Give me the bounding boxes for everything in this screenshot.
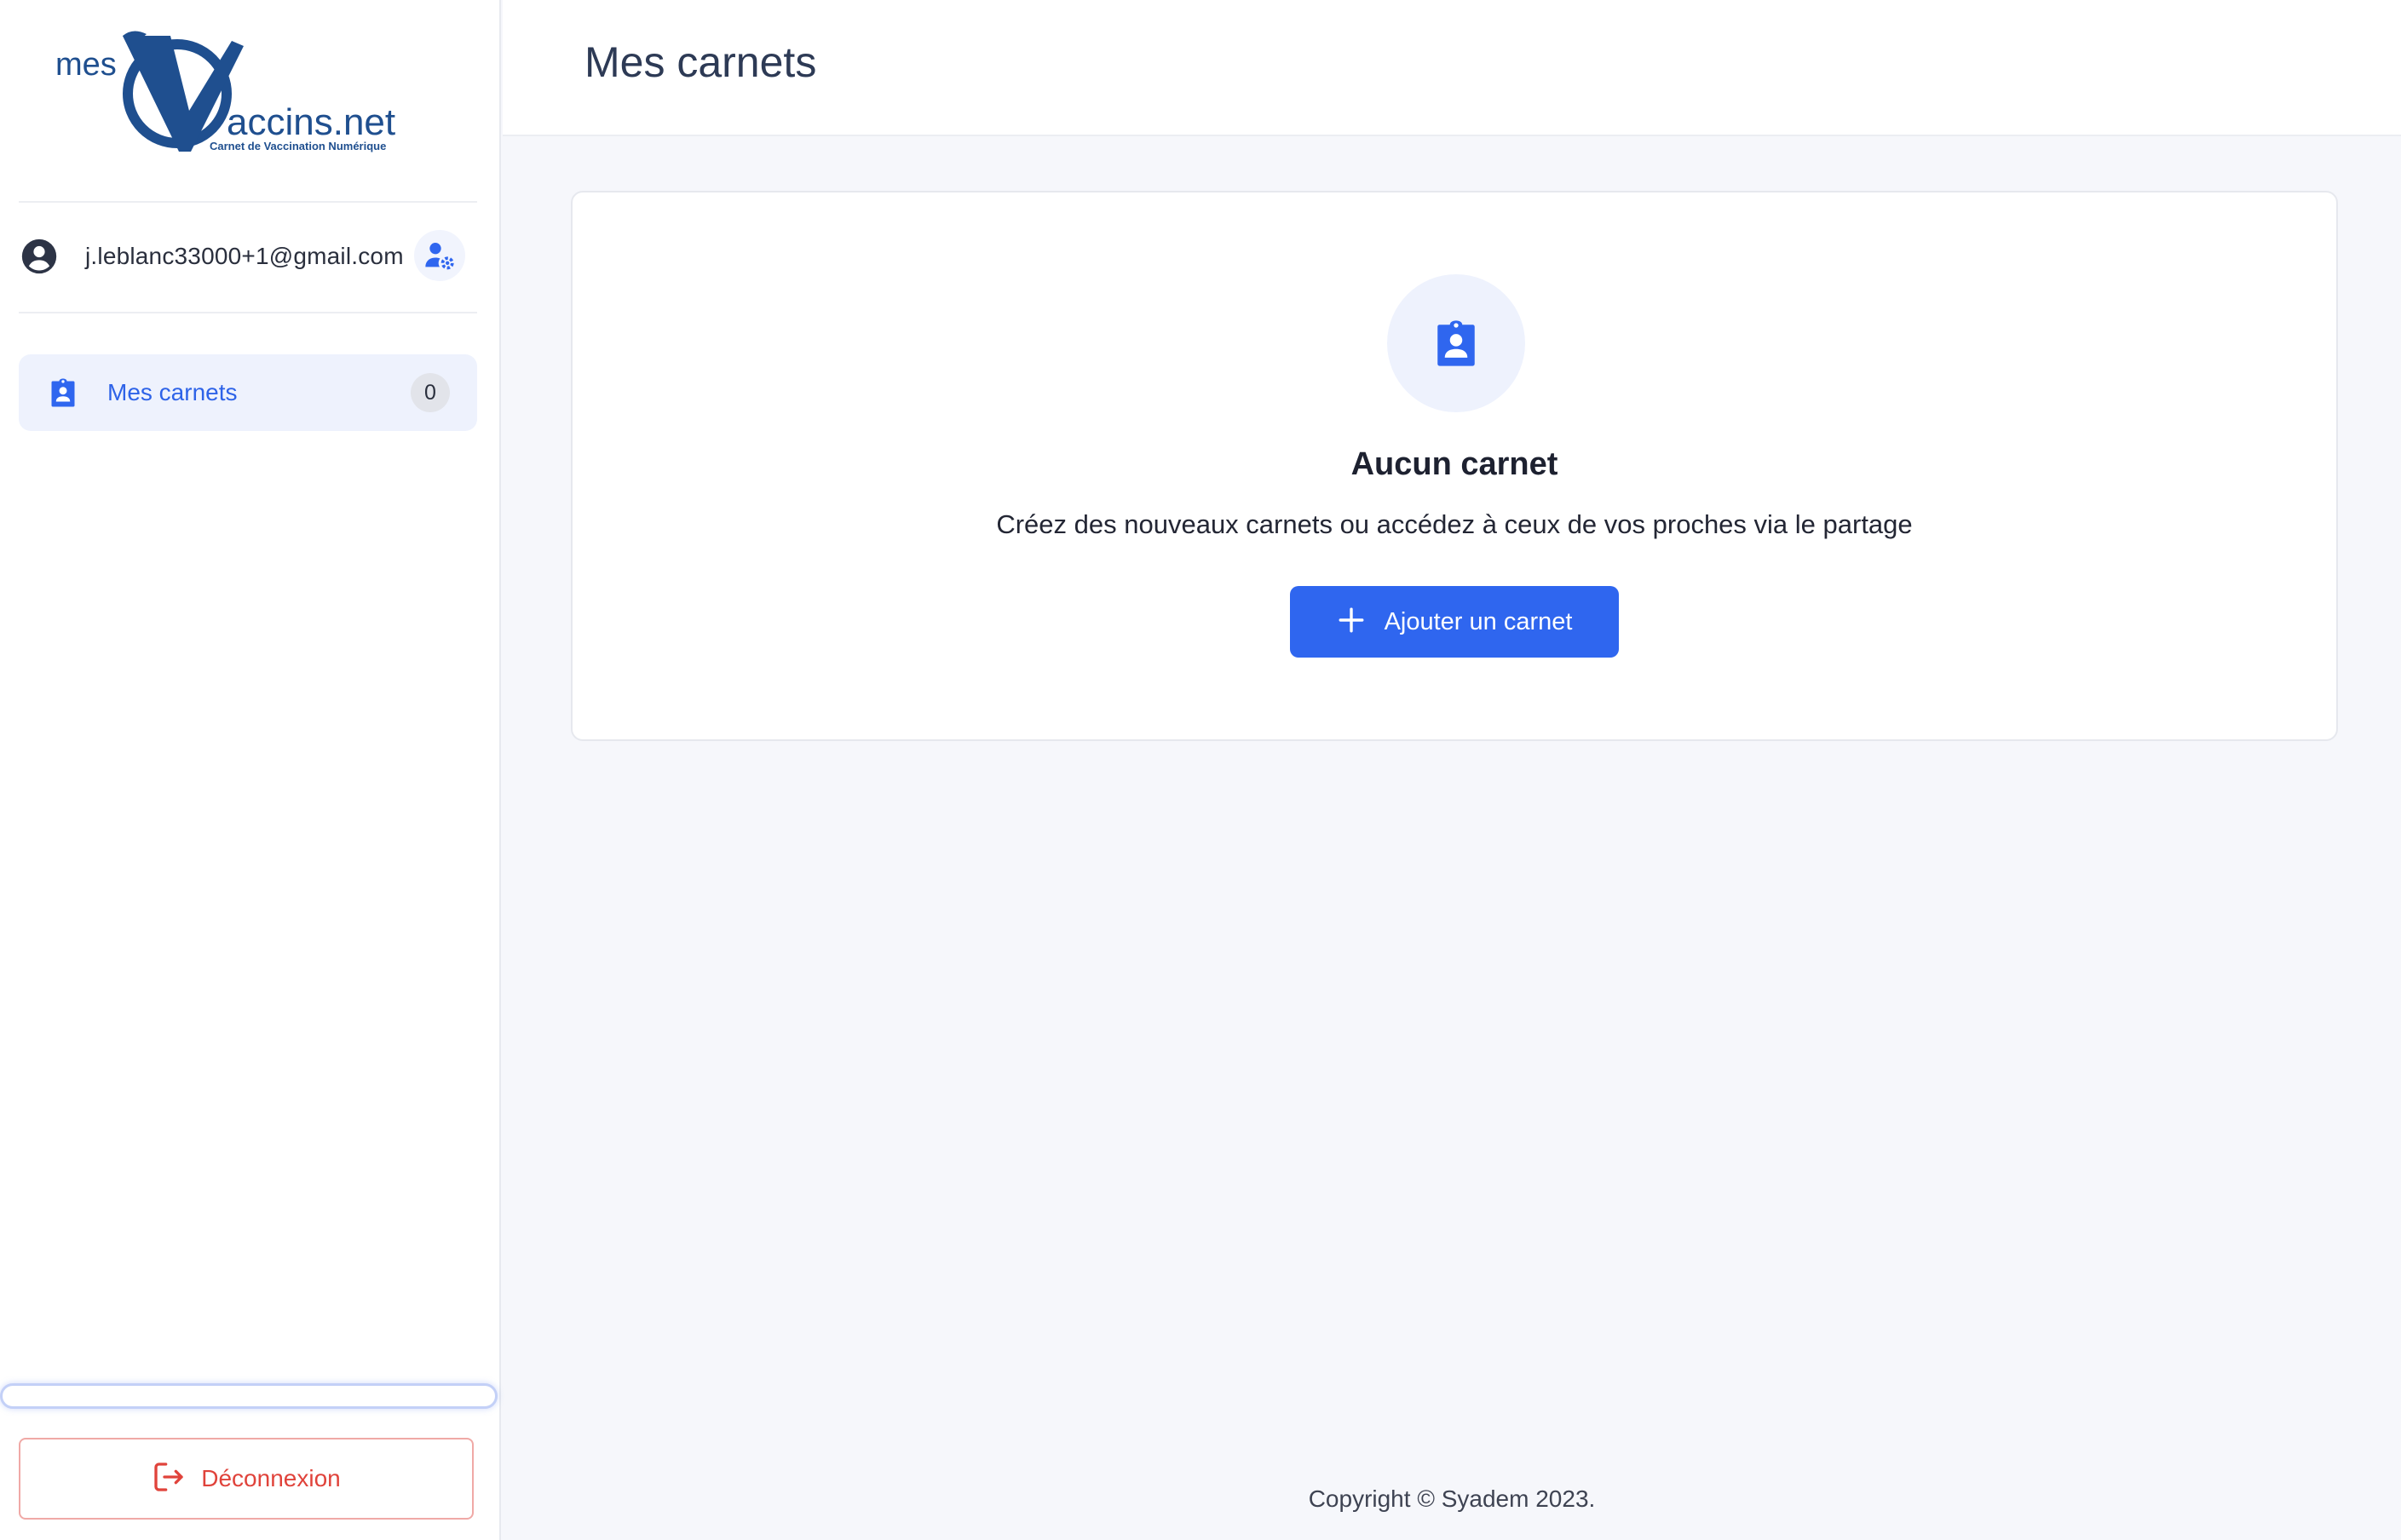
logo-word-mes: mes <box>55 47 117 83</box>
logo-tagline: Carnet de Vaccination Numérique <box>210 140 386 152</box>
badge-icon <box>1387 274 1525 412</box>
scrollbar[interactable] <box>0 1383 498 1409</box>
empty-state-title: Aucun carnet <box>1350 446 1558 482</box>
user-email: j.leblanc33000+1@gmail.com <box>85 243 404 269</box>
logout-icon <box>152 1460 186 1498</box>
badge-icon <box>46 376 80 410</box>
divider <box>19 201 477 203</box>
logo[interactable]: mes accins.net Carnet de Vaccination Num… <box>51 26 409 162</box>
sidebar: mes accins.net Carnet de Vaccination Num… <box>0 0 501 1540</box>
logout-button[interactable]: Déconnexion <box>19 1438 474 1520</box>
page-header: Mes carnets <box>503 0 2401 136</box>
footer-copyright: Copyright © Syadem 2023. <box>1308 1485 1596 1512</box>
sidebar-item-label: Mes carnets <box>107 379 238 405</box>
add-carnet-label: Ajouter un carnet <box>1384 607 1573 635</box>
logout-label: Déconnexion <box>201 1465 341 1491</box>
empty-state-text: Créez des nouveaux carnets ou accédez à … <box>996 509 1913 539</box>
count-badge: 0 <box>411 373 450 412</box>
sidebar-item-mes-carnets[interactable]: Mes carnets 0 <box>19 354 477 431</box>
account-circle-icon <box>19 236 60 277</box>
plus-icon <box>1337 606 1366 639</box>
add-carnet-button[interactable]: Ajouter un carnet <box>1290 586 1619 658</box>
app-window: mes accins.net Carnet de Vaccination Num… <box>0 0 2401 1540</box>
logo-word-accins: accins.net <box>227 101 395 143</box>
user-settings-icon[interactable] <box>414 230 465 281</box>
user-row: j.leblanc33000+1@gmail.com <box>19 223 477 290</box>
empty-state-card: Aucun carnet Créez des nouveaux carnets … <box>571 191 2338 741</box>
page-title: Mes carnets <box>584 38 817 86</box>
divider <box>19 312 477 313</box>
